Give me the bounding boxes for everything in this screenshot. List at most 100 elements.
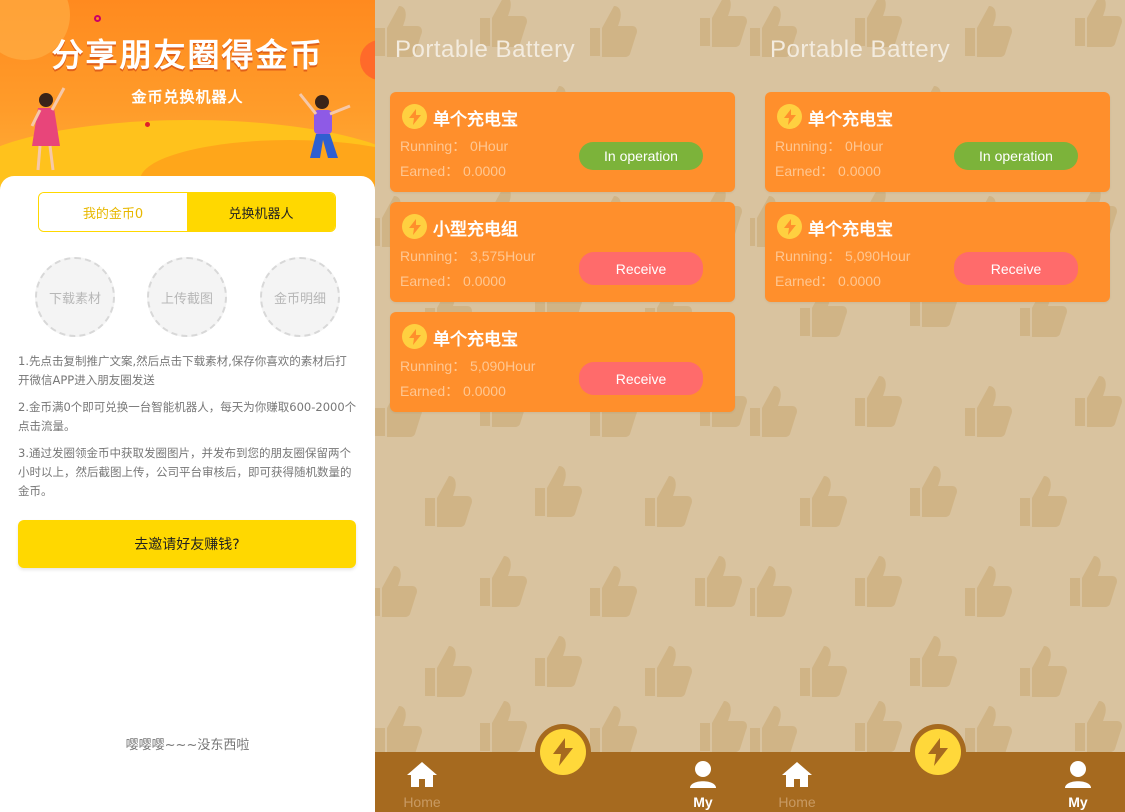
download-material-button[interactable]: 下载素材 <box>35 257 115 337</box>
tab-home[interactable]: Home <box>392 760 452 810</box>
rules-text: 1.先点击复制推广文案,然后点击下载素材,保存你喜欢的素材后打开微信APP进入朋… <box>18 352 358 509</box>
device-name: 单个充电宝 <box>808 110 893 130</box>
tab-exchange-robot[interactable]: 兑换机器人 <box>187 193 335 231</box>
lightning-bolt-icon <box>915 729 961 775</box>
running-hours: Running： 5,090Hour <box>775 248 911 264</box>
thumbs-up-icon <box>375 700 425 760</box>
thumbs-up-icon <box>750 380 800 440</box>
running-hours: Running： 0Hour <box>400 138 509 154</box>
jumping-girl-illustration <box>30 87 66 171</box>
thumbs-up-icon <box>580 0 640 60</box>
device-card: 单个充电宝 Running： 5,090Hour Earned： 0.0000 … <box>390 312 735 412</box>
portable-battery-screen-1: Portable Battery 单个充电宝 Running： 0Hour Ea… <box>375 0 750 812</box>
thumbs-up-icon <box>635 640 695 700</box>
share-coins-screen: 分享朋友圈得金币 金币兑换机器人 我的金币0 兑换机器人 下载素材 上传截图 金… <box>0 0 375 812</box>
banner-title: 分享朋友圈得金币 <box>51 36 324 74</box>
device-name: 单个充电宝 <box>808 220 893 240</box>
home-icon <box>782 762 812 787</box>
home-icon <box>407 762 437 787</box>
device-name: 单个充电宝 <box>433 110 518 130</box>
device-name: 单个充电宝 <box>433 330 518 350</box>
thumbs-up-icon <box>690 695 750 755</box>
jumping-boy-illustration <box>298 93 351 158</box>
running-hours: Running： 5,090Hour <box>400 358 536 374</box>
device-name: 小型充电组 <box>433 220 518 240</box>
running-hours: Running： 3,575Hour <box>400 248 536 264</box>
thumbs-up-icon <box>1065 695 1125 755</box>
invite-friends-button[interactable]: 去邀请好友赚钱? <box>18 520 356 568</box>
tab-home[interactable]: Home <box>767 760 827 810</box>
device-card: 单个充电宝 Running： 0Hour Earned： 0.0000 In o… <box>765 92 1110 192</box>
thumbs-up-icon <box>790 470 850 530</box>
device-card: 单个充电宝 Running： 0Hour Earned： 0.0000 In o… <box>390 92 735 192</box>
empty-list-text: 嘤嘤嘤~~~没东西啦 <box>125 738 250 753</box>
earned-amount: Earned： 0.0000 <box>400 273 506 289</box>
device-card: 小型充电组 Running： 3,575Hour Earned： 0.0000 … <box>390 202 735 302</box>
in-operation-button[interactable]: In operation <box>579 142 703 170</box>
lightning-bolt-icon <box>402 214 427 239</box>
promo-banner: 分享朋友圈得金币 金币兑换机器人 <box>0 0 375 200</box>
thumbs-up-icon <box>470 550 530 610</box>
in-operation-button[interactable]: In operation <box>954 142 1078 170</box>
user-icon <box>1065 761 1091 788</box>
thumbs-up-icon <box>1060 550 1120 610</box>
upload-screenshot-button[interactable]: 上传截图 <box>147 257 227 337</box>
thumbs-up-icon <box>375 560 420 620</box>
lightning-bolt-icon <box>402 104 427 129</box>
lightning-bolt-icon <box>777 104 802 129</box>
thumbs-up-icon <box>635 470 695 530</box>
portable-battery-screen-2: Portable Battery 单个充电宝 Running： 0Hour Ea… <box>750 0 1125 812</box>
thumbs-up-icon <box>845 550 905 610</box>
thumbs-up-icon <box>845 695 905 755</box>
thumbs-up-icon <box>955 380 1015 440</box>
thumbs-up-icon <box>750 700 800 760</box>
banner-decoration <box>94 15 101 22</box>
thumbs-up-icon <box>750 560 795 620</box>
thumbs-up-icon <box>690 0 750 50</box>
coin-tabs: 我的金币0 兑换机器人 <box>38 192 336 232</box>
earned-amount: Earned： 0.0000 <box>400 383 506 399</box>
rule-item: 1.先点击复制推广文案,然后点击下载素材,保存你喜欢的素材后打开微信APP进入朋… <box>18 354 347 387</box>
center-charge-button[interactable] <box>535 724 591 780</box>
thumbs-up-icon <box>900 630 960 690</box>
thumbs-up-icon <box>1010 470 1070 530</box>
thumbs-up-icon <box>845 370 905 430</box>
earned-amount: Earned： 0.0000 <box>775 163 881 179</box>
running-hours: Running： 0Hour <box>775 138 884 154</box>
device-card: 单个充电宝 Running： 5,090Hour Earned： 0.0000 … <box>765 202 1110 302</box>
thumbs-up-icon <box>415 470 475 530</box>
lightning-bolt-icon <box>540 729 586 775</box>
thumbs-up-icon <box>685 550 745 610</box>
receive-button[interactable]: Receive <box>579 362 703 395</box>
earned-amount: Earned： 0.0000 <box>775 273 881 289</box>
tab-home-label: Home <box>403 794 441 810</box>
app-root: 分享朋友圈得金币 金币兑换机器人 我的金币0 兑换机器人 下载素材 上传截图 金… <box>0 0 1125 812</box>
tab-my[interactable]: My <box>1048 760 1108 810</box>
rule-item: 2.金币满0个即可兑换一台智能机器人，每天为你赚取600-2000个点击流量。 <box>18 400 357 433</box>
thumbs-up-icon <box>415 640 475 700</box>
thumbs-up-icon <box>955 560 1015 620</box>
page-title: Portable Battery <box>770 36 951 63</box>
rule-item: 3.通过发圈领金币中获取发圈图片，并发布到您的朋友圈保留两个小时以上，然后截图上… <box>18 446 352 498</box>
thumbs-up-icon <box>1065 370 1125 430</box>
lightning-bolt-icon <box>777 214 802 239</box>
lightning-bolt-icon <box>402 324 427 349</box>
page-title: Portable Battery <box>395 36 576 63</box>
thumbs-up-icon <box>900 460 960 520</box>
tab-home-label: Home <box>778 794 816 810</box>
thumbs-up-icon <box>470 695 530 755</box>
user-icon <box>690 761 716 788</box>
thumbs-up-icon <box>955 0 1015 60</box>
coin-details-button[interactable]: 金币明细 <box>260 257 340 337</box>
center-charge-button[interactable] <box>910 724 966 780</box>
thumbs-up-icon <box>525 630 585 690</box>
receive-button[interactable]: Receive <box>579 252 703 285</box>
tab-my-label: My <box>1068 794 1088 810</box>
tab-my-coins[interactable]: 我的金币0 <box>39 193 187 231</box>
receive-button[interactable]: Receive <box>954 252 1078 285</box>
tab-my[interactable]: My <box>673 760 733 810</box>
banner-decoration <box>145 122 150 127</box>
tab-my-label: My <box>693 794 713 810</box>
earned-amount: Earned： 0.0000 <box>400 163 506 179</box>
thumbs-up-icon <box>580 560 640 620</box>
